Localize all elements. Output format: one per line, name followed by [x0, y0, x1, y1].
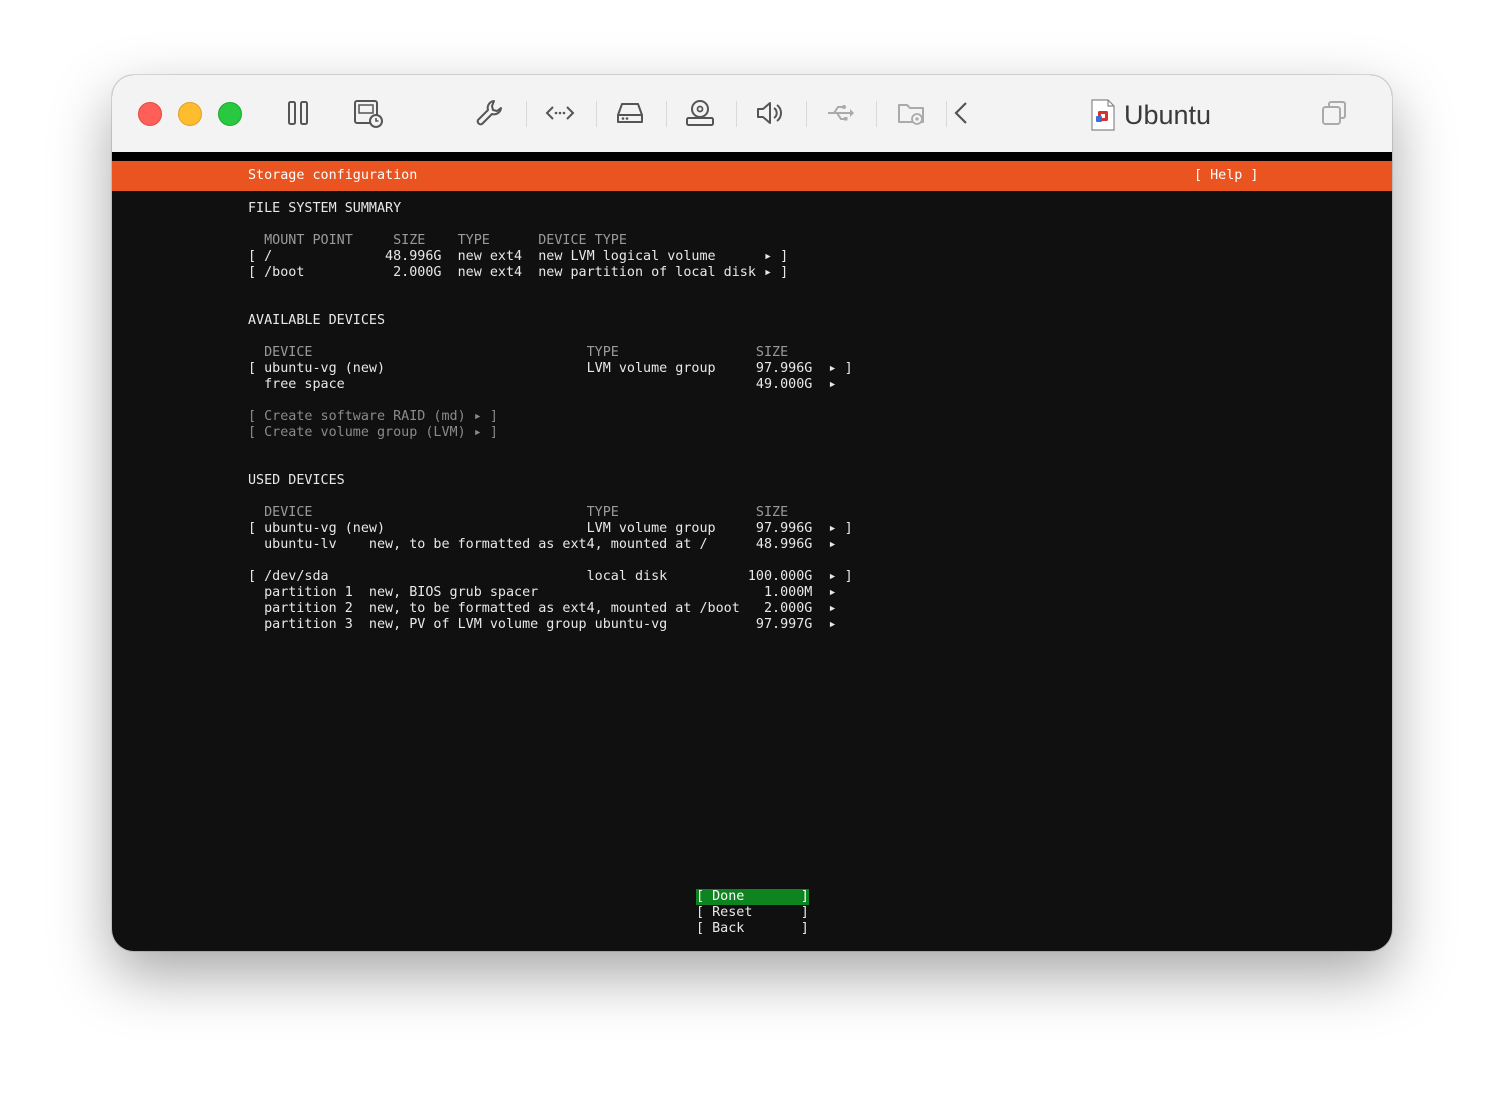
used-device-partition-2[interactable]: partition 2 new, to be formatted as ext4… — [248, 601, 836, 617]
reset-button[interactable]: [ Reset ] — [696, 905, 809, 921]
used-device-partition-3[interactable]: partition 3 new, PV of LVM volume group … — [248, 617, 836, 633]
usb-icon[interactable] — [824, 97, 856, 129]
create-volume-group-button[interactable]: [ Create volume group (LVM) ▸ ] — [248, 425, 498, 441]
terminal-top-border — [112, 152, 1392, 161]
done-button[interactable]: [ Done ] — [696, 889, 809, 905]
back-button[interactable]: [ Back ] — [696, 921, 809, 937]
create-raid-button[interactable]: [ Create software RAID (md) ▸ ] — [248, 409, 498, 425]
available-devices-column-header: DEVICE TYPE SIZE — [248, 345, 789, 360]
vm-document-icon — [1091, 99, 1115, 131]
available-devices-heading: AVAILABLE DEVICES — [248, 313, 386, 328]
code-arrows-icon[interactable] — [544, 97, 576, 129]
screenshot-icon[interactable] — [352, 97, 384, 129]
close-window-button[interactable] — [138, 102, 162, 126]
used-device-ubuntu-vg[interactable]: [ ubuntu-vg (new) LVM volume group 97.99… — [248, 521, 853, 537]
pause-icon[interactable] — [282, 97, 314, 129]
used-device-dev-sda[interactable]: [ /dev/sda local disk 100.000G ▸ ] — [248, 569, 853, 585]
title-bar: Ubuntu — [112, 75, 1392, 153]
zoom-window-button[interactable] — [218, 102, 242, 126]
restore-window-icon[interactable] — [1318, 97, 1350, 129]
fs-summary-row-boot[interactable]: [ /boot 2.000G new ext4 new partition of… — [248, 265, 788, 281]
vm-window: Ubuntu Storage configuration [ Help ] FI… — [112, 75, 1392, 951]
wrench-icon[interactable] — [474, 97, 506, 129]
available-device-free-space[interactable]: free space 49.000G ▸ — [248, 377, 836, 393]
shared-folder-icon[interactable] — [896, 97, 928, 129]
available-device-ubuntu-vg[interactable]: [ ubuntu-vg (new) LVM volume group 97.99… — [248, 361, 853, 377]
window-title: Ubuntu — [1090, 95, 1211, 135]
fs-summary-heading: FILE SYSTEM SUMMARY — [248, 201, 402, 216]
installer-title: Storage configuration — [248, 168, 418, 183]
used-device-ubuntu-lv[interactable]: ubuntu-lv new, to be formatted as ext4, … — [248, 537, 836, 553]
speaker-icon[interactable] — [754, 97, 786, 129]
window-title-text: Ubuntu — [1124, 99, 1212, 130]
drive-icon[interactable] — [614, 97, 646, 129]
chevron-left-icon[interactable] — [946, 97, 978, 129]
minimize-window-button[interactable] — [178, 102, 202, 126]
used-devices-heading: USED DEVICES — [248, 473, 345, 488]
used-devices-column-header: DEVICE TYPE SIZE — [248, 505, 789, 520]
disc-icon[interactable] — [684, 97, 716, 129]
help-button[interactable]: [ Help ] — [1194, 168, 1259, 184]
used-device-partition-1[interactable]: partition 1 new, BIOS grub spacer 1.000M… — [248, 585, 836, 601]
fs-summary-row-root[interactable]: [ / 48.996G new ext4 new LVM logical vol… — [248, 249, 788, 265]
fs-summary-column-header: MOUNT POINT SIZE TYPE DEVICE TYPE — [248, 233, 627, 248]
